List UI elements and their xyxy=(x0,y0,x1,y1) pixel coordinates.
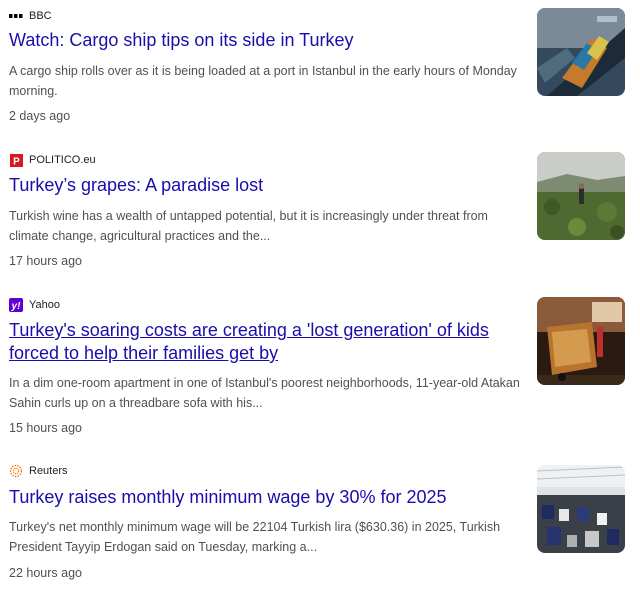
source-row: y! Yahoo xyxy=(9,297,60,313)
news-card-yahoo[interactable]: y! Yahoo Turkey's soaring costs are crea… xyxy=(0,297,640,437)
cargo-ship-photo[interactable] xyxy=(537,8,625,96)
snippet: In a dim one-room apartment in one of Is… xyxy=(9,376,520,410)
yahoo-y-icon: y! xyxy=(9,298,23,312)
snippet: A cargo ship rolls over as it is being l… xyxy=(9,64,517,98)
svg-text:P: P xyxy=(13,156,20,167)
snippet: Turkish wine has a wealth of untapped po… xyxy=(9,209,488,243)
child-cart-photo[interactable] xyxy=(537,297,625,385)
source-name: BBC xyxy=(29,10,52,22)
headline-link[interactable]: Turkey's soaring costs are creating a 'l… xyxy=(9,319,524,365)
source-row: P POLITICO.eu xyxy=(9,152,96,168)
news-card-reuters[interactable]: Reuters Turkey raises monthly minimum wa… xyxy=(0,463,640,583)
headline-link[interactable]: Watch: Cargo ship tips on its side in Tu… xyxy=(9,29,524,52)
bbc-dots-icon xyxy=(9,9,23,23)
reuters-dots-icon xyxy=(9,464,23,478)
timestamp: 17 hours ago xyxy=(9,254,82,268)
timestamp: 22 hours ago xyxy=(9,566,82,580)
headline-link[interactable]: Turkey raises monthly minimum wage by 30… xyxy=(9,486,524,509)
timestamp: 15 hours ago xyxy=(9,421,82,435)
vineyard-photo[interactable] xyxy=(537,152,625,240)
news-card-politico[interactable]: P POLITICO.eu Turkey’s grapes: A paradis… xyxy=(0,152,640,280)
source-name: POLITICO.eu xyxy=(29,154,96,166)
source-name: Yahoo xyxy=(29,299,60,311)
snippet: Turkey's net monthly minimum wage will b… xyxy=(9,520,501,554)
politico-p-icon: P xyxy=(9,153,23,167)
factory-workers-photo[interactable] xyxy=(537,465,625,553)
source-row: BBC xyxy=(9,8,52,24)
news-card-bbc[interactable]: BBC Watch: Cargo ship tips on its side i… xyxy=(0,8,640,136)
timestamp: 2 days ago xyxy=(9,109,71,123)
headline-link[interactable]: Turkey’s grapes: A paradise lost xyxy=(9,174,524,197)
source-row: Reuters xyxy=(9,463,68,479)
svg-text:y!: y! xyxy=(11,301,22,312)
source-name: Reuters xyxy=(29,465,68,477)
